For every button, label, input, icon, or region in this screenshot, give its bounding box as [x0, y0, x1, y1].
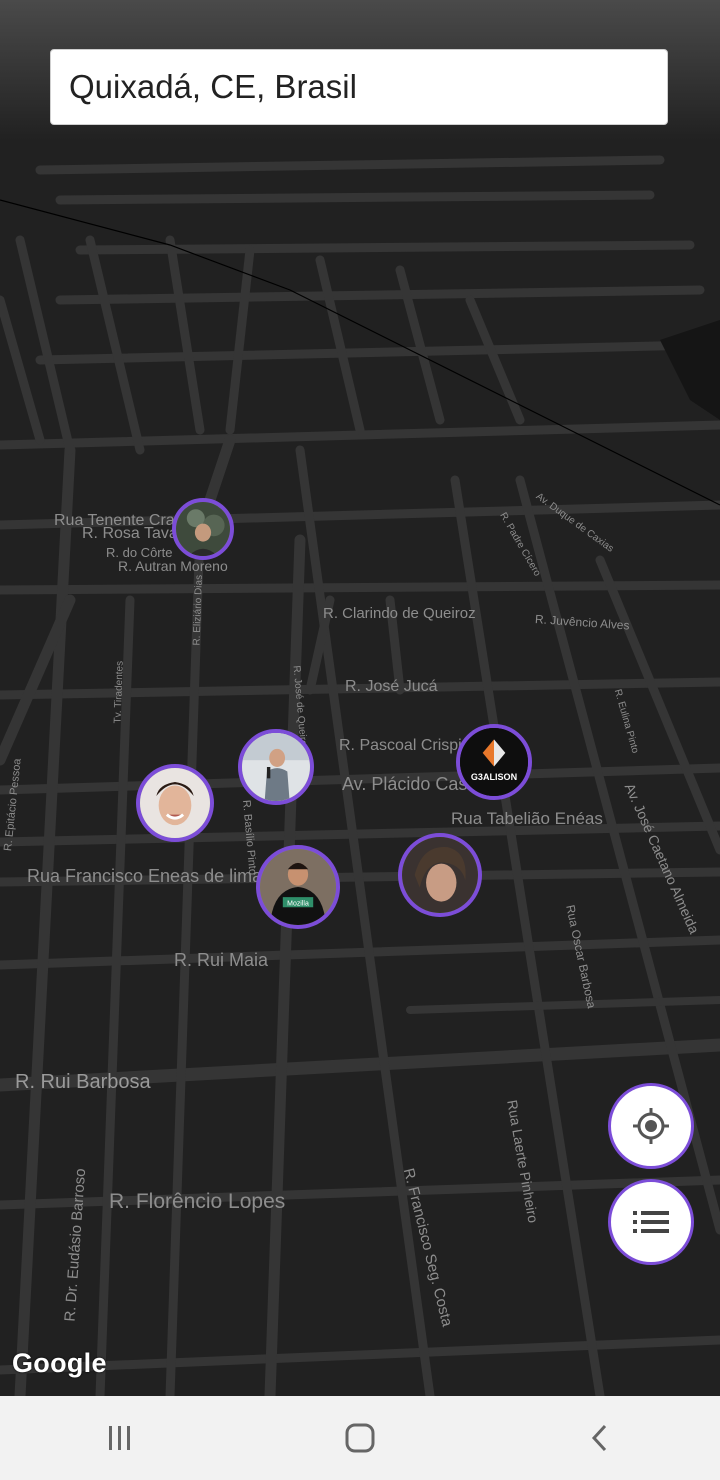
avatar: [176, 502, 230, 556]
street-label: R. Rui Barbosa: [15, 1071, 151, 1093]
crosshair-icon: [633, 1108, 669, 1144]
search-input[interactable]: [67, 67, 667, 107]
street-label: Rua Francisco Eneas de lima: [27, 866, 263, 886]
back-icon: [591, 1424, 607, 1452]
search-box[interactable]: [50, 49, 668, 125]
user-pin-1[interactable]: [172, 498, 234, 560]
street-label: Tv. Tiradentes: [112, 660, 126, 724]
google-attribution: Google: [12, 1348, 107, 1378]
street-label: R. Florêncio Lopes: [109, 1190, 286, 1213]
home-button[interactable]: [300, 1408, 420, 1468]
user-pin-6[interactable]: G3ALISON: [456, 724, 532, 800]
back-button[interactable]: [540, 1408, 660, 1468]
avatar: [242, 733, 310, 801]
user-pin-5[interactable]: [398, 833, 482, 917]
mozilla-badge: Mozilla: [287, 900, 309, 907]
street-label: R. Rui Maia: [174, 950, 269, 970]
avatar: [140, 768, 210, 838]
recent-apps-icon: [109, 1426, 130, 1450]
street-label: R. Clarindo de Queiroz: [323, 605, 476, 622]
avatar: [402, 837, 478, 913]
user-pin-2[interactable]: [238, 729, 314, 805]
user-pin-4[interactable]: Mozilla: [256, 845, 340, 929]
my-location-button[interactable]: [608, 1083, 694, 1169]
recent-apps-button[interactable]: [60, 1408, 180, 1468]
user-pin-3[interactable]: [136, 764, 214, 842]
list-icon: [633, 1211, 669, 1233]
avatar: Mozilla: [260, 849, 336, 925]
street-label: R. Autran Moreno: [118, 558, 228, 574]
street-label: R. José Jucá: [345, 678, 438, 695]
road-network: [0, 155, 720, 1396]
map-view[interactable]: Rua Tenente Cravo R. Rosa Tavares R. do …: [0, 0, 720, 1396]
street-label: R. Pascoal Crispim: [339, 737, 476, 754]
system-navigation-bar: [0, 1396, 720, 1480]
home-icon: [345, 1423, 375, 1453]
g3alison-text: G3ALISON: [471, 772, 517, 782]
street-label: Rua Tabelião Enéas: [451, 809, 603, 828]
g3alison-logo: G3ALISON: [460, 728, 528, 796]
list-view-button[interactable]: [608, 1179, 694, 1265]
